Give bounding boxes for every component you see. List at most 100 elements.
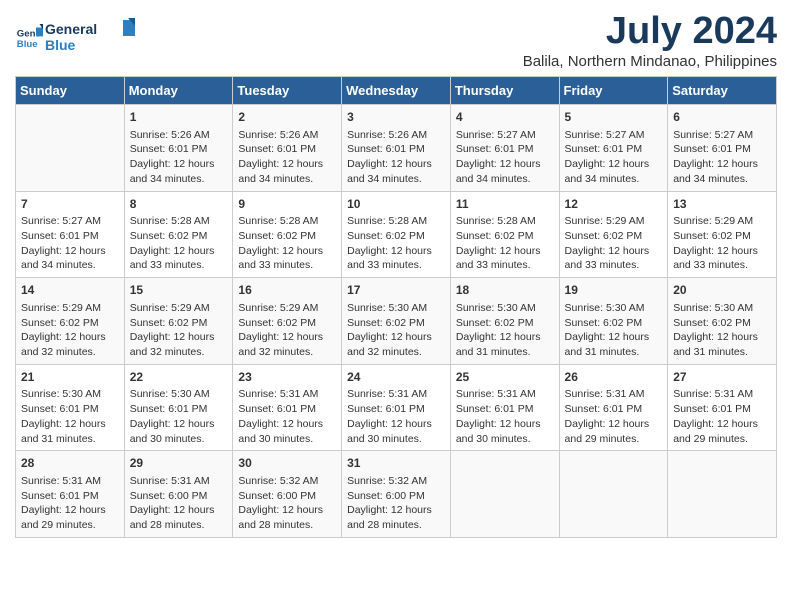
day-number: 15	[130, 282, 228, 299]
day-cell: 24Sunrise: 5:31 AMSunset: 6:01 PMDayligh…	[342, 364, 451, 451]
day-cell: 9Sunrise: 5:28 AMSunset: 6:02 PMDaylight…	[233, 191, 342, 278]
day-number: 27	[673, 369, 771, 386]
day-number: 19	[565, 282, 663, 299]
day-cell: 25Sunrise: 5:31 AMSunset: 6:01 PMDayligh…	[450, 364, 559, 451]
day-info: Sunrise: 5:31 AMSunset: 6:01 PMDaylight:…	[238, 387, 336, 446]
day-cell: 2Sunrise: 5:26 AMSunset: 6:01 PMDaylight…	[233, 105, 342, 192]
svg-text:Blue: Blue	[45, 37, 76, 53]
day-number: 9	[238, 196, 336, 213]
day-info: Sunrise: 5:30 AMSunset: 6:02 PMDaylight:…	[673, 301, 771, 360]
day-number: 28	[21, 455, 119, 472]
day-number: 13	[673, 196, 771, 213]
day-cell: 13Sunrise: 5:29 AMSunset: 6:02 PMDayligh…	[668, 191, 777, 278]
day-cell	[668, 451, 777, 538]
day-info: Sunrise: 5:28 AMSunset: 6:02 PMDaylight:…	[130, 214, 228, 273]
day-number: 21	[21, 369, 119, 386]
week-row-1: 1 Sunrise: 5:26 AMSunset: 6:01 PMDaylight…	[16, 105, 777, 192]
day-info: Sunrise: 5:28 AMSunset: 6:02 PMDaylight:…	[347, 214, 445, 273]
day-number: 7	[21, 196, 119, 213]
header-day-saturday: Saturday	[668, 77, 777, 105]
day-cell: 21Sunrise: 5:30 AMSunset: 6:01 PMDayligh…	[16, 364, 125, 451]
day-cell: 11Sunrise: 5:28 AMSunset: 6:02 PMDayligh…	[450, 191, 559, 278]
day-info: Sunrise: 5:26 AMSunset: 6:01 PMDaylight:…	[347, 128, 445, 187]
day-number: 5	[565, 109, 663, 126]
day-cell: 1 Sunrise: 5:26 AMSunset: 6:01 PMDaylight…	[124, 105, 233, 192]
day-cell: 14Sunrise: 5:29 AMSunset: 6:02 PMDayligh…	[16, 278, 125, 365]
day-cell: 19Sunrise: 5:30 AMSunset: 6:02 PMDayligh…	[559, 278, 668, 365]
day-cell: 17 Sunrise: 5:30 AMSunset: 6:02 PMDayligh…	[342, 278, 451, 365]
day-info: Sunrise: 5:31 AMSunset: 6:01 PMDaylight:…	[456, 387, 554, 446]
day-cell: 30 Sunrise: 5:32 AMSunset: 6:00 PMDayligh…	[233, 451, 342, 538]
day-number: 17	[347, 282, 445, 299]
header-day-thursday: Thursday	[450, 77, 559, 105]
day-info: Sunrise: 5:28 AMSunset: 6:02 PMDaylight:…	[238, 214, 336, 273]
day-number: 22	[130, 369, 228, 386]
day-info: Sunrise: 5:29 AMSunset: 6:02 PMDaylight:…	[673, 214, 771, 273]
day-cell	[16, 105, 125, 192]
day-info: Sunrise: 5:29 AMSunset: 6:02 PMDaylight:…	[238, 301, 336, 360]
day-number: 6	[673, 109, 771, 126]
day-info: Sunrise: 5:29 AMSunset: 6:02 PMDaylight:…	[130, 301, 228, 360]
main-title: July 2024	[523, 10, 777, 53]
logo-icon: General Blue	[15, 24, 43, 52]
day-info: Sunrise: 5:32 AMSunset: 6:00 PMDaylight:…	[347, 474, 445, 533]
day-cell: 15 Sunrise: 5:29 AMSunset: 6:02 PMDayligh…	[124, 278, 233, 365]
day-number: 29	[130, 455, 228, 472]
day-info: Sunrise: 5:31 AMSunset: 6:01 PMDaylight:…	[21, 474, 119, 533]
header-day-sunday: Sunday	[16, 77, 125, 105]
day-cell: 23Sunrise: 5:31 AMSunset: 6:01 PMDayligh…	[233, 364, 342, 451]
day-cell: 3 Sunrise: 5:26 AMSunset: 6:01 PMDaylight…	[342, 105, 451, 192]
logo-text: General Blue	[45, 18, 135, 59]
svg-text:Blue: Blue	[17, 39, 38, 50]
page-header: General Blue General Blue July 2024 Bali…	[15, 10, 777, 70]
day-info: Sunrise: 5:27 AMSunset: 6:01 PMDaylight:…	[21, 214, 119, 273]
day-cell: 12Sunrise: 5:29 AMSunset: 6:02 PMDayligh…	[559, 191, 668, 278]
day-info: Sunrise: 5:31 AMSunset: 6:00 PMDaylight:…	[130, 474, 228, 533]
day-number: 24	[347, 369, 445, 386]
week-row-4: 21Sunrise: 5:30 AMSunset: 6:01 PMDayligh…	[16, 364, 777, 451]
day-cell	[559, 451, 668, 538]
day-cell: 5Sunrise: 5:27 AMSunset: 6:01 PMDaylight…	[559, 105, 668, 192]
day-cell: 10Sunrise: 5:28 AMSunset: 6:02 PMDayligh…	[342, 191, 451, 278]
day-number: 11	[456, 196, 554, 213]
svg-text:General: General	[45, 21, 97, 37]
day-number: 31	[347, 455, 445, 472]
day-number: 26	[565, 369, 663, 386]
subtitle: Balila, Northern Mindanao, Philippines	[523, 53, 777, 70]
header-row: SundayMondayTuesdayWednesdayThursdayFrid…	[16, 77, 777, 105]
header-day-wednesday: Wednesday	[342, 77, 451, 105]
day-cell: 31 Sunrise: 5:32 AMSunset: 6:00 PMDayligh…	[342, 451, 451, 538]
week-row-2: 7Sunrise: 5:27 AMSunset: 6:01 PMDaylight…	[16, 191, 777, 278]
calendar-table: SundayMondayTuesdayWednesdayThursdayFrid…	[15, 76, 777, 538]
day-info: Sunrise: 5:32 AMSunset: 6:00 PMDaylight:…	[238, 474, 336, 533]
day-info: Sunrise: 5:31 AMSunset: 6:01 PMDaylight:…	[673, 387, 771, 446]
day-info: Sunrise: 5:31 AMSunset: 6:01 PMDaylight:…	[347, 387, 445, 446]
day-info: Sunrise: 5:27 AMSunset: 6:01 PMDaylight:…	[673, 128, 771, 187]
day-cell	[450, 451, 559, 538]
header-day-friday: Friday	[559, 77, 668, 105]
day-info: Sunrise: 5:26 AMSunset: 6:01 PMDaylight:…	[238, 128, 336, 187]
day-number: 16	[238, 282, 336, 299]
day-number: 30	[238, 455, 336, 472]
day-cell: 8Sunrise: 5:28 AMSunset: 6:02 PMDaylight…	[124, 191, 233, 278]
day-info: Sunrise: 5:31 AMSunset: 6:01 PMDaylight:…	[565, 387, 663, 446]
day-cell: 22Sunrise: 5:30 AMSunset: 6:01 PMDayligh…	[124, 364, 233, 451]
day-cell: 20 Sunrise: 5:30 AMSunset: 6:02 PMDayligh…	[668, 278, 777, 365]
day-info: Sunrise: 5:30 AMSunset: 6:02 PMDaylight:…	[347, 301, 445, 360]
header-day-tuesday: Tuesday	[233, 77, 342, 105]
day-cell: 6 Sunrise: 5:27 AMSunset: 6:01 PMDaylight…	[668, 105, 777, 192]
day-number: 1	[130, 109, 228, 126]
day-number: 20	[673, 282, 771, 299]
day-number: 3	[347, 109, 445, 126]
day-cell: 26Sunrise: 5:31 AMSunset: 6:01 PMDayligh…	[559, 364, 668, 451]
logo: General Blue General Blue	[15, 18, 135, 59]
day-number: 4	[456, 109, 554, 126]
day-cell: 28 Sunrise: 5:31 AMSunset: 6:01 PMDayligh…	[16, 451, 125, 538]
week-row-3: 14Sunrise: 5:29 AMSunset: 6:02 PMDayligh…	[16, 278, 777, 365]
day-cell: 4Sunrise: 5:27 AMSunset: 6:01 PMDaylight…	[450, 105, 559, 192]
day-info: Sunrise: 5:26 AMSunset: 6:01 PMDaylight:…	[130, 128, 228, 187]
day-number: 8	[130, 196, 228, 213]
title-block: July 2024 Balila, Northern Mindanao, Phi…	[523, 10, 777, 70]
day-cell: 18Sunrise: 5:30 AMSunset: 6:02 PMDayligh…	[450, 278, 559, 365]
day-number: 18	[456, 282, 554, 299]
